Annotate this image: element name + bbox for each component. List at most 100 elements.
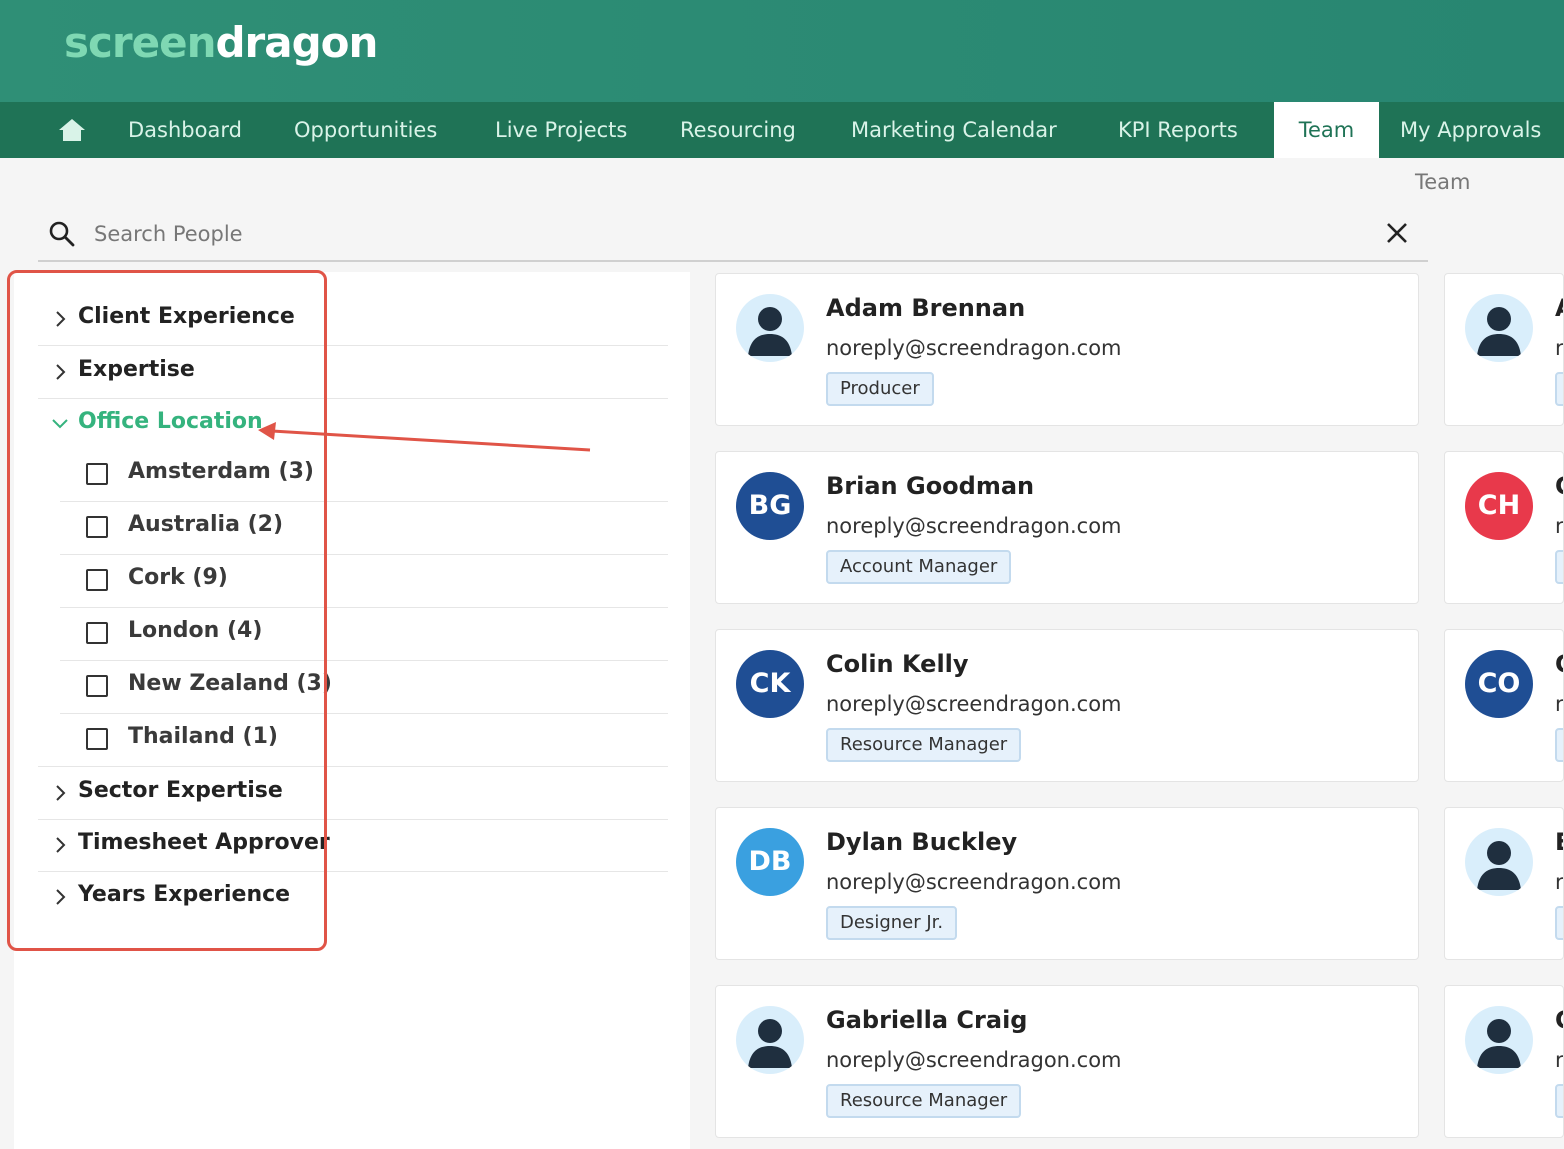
person-email: noreply@screendragon.com xyxy=(826,336,1122,360)
person-card[interactable]: C r xyxy=(1444,985,1564,1138)
avatar: DB xyxy=(736,828,804,896)
option-new-zealand[interactable]: New Zealand (3) xyxy=(60,661,668,714)
chevron-right-icon xyxy=(52,784,68,802)
nav-my-approvals[interactable]: My Approvals xyxy=(1380,102,1561,158)
main-nav: Dashboard Opportunities Live Projects Re… xyxy=(0,102,1564,158)
close-icon[interactable] xyxy=(1384,220,1410,246)
filter-client-experience[interactable]: Client Experience xyxy=(38,294,668,346)
person-email: noreply@screendragon.com xyxy=(826,692,1122,716)
avatar xyxy=(736,294,804,362)
role-badge xyxy=(1555,906,1563,940)
person-card[interactable]: A r xyxy=(1444,273,1564,426)
search-icon xyxy=(48,220,76,248)
filter-label: Years Experience xyxy=(78,882,291,907)
person-email: r xyxy=(1555,870,1564,894)
filter-years-experience[interactable]: Years Experience xyxy=(38,872,668,924)
avatar: CO xyxy=(1465,650,1533,718)
option-australia[interactable]: Australia (2) xyxy=(60,502,668,555)
checkbox[interactable] xyxy=(86,675,108,697)
checkbox[interactable] xyxy=(86,728,108,750)
person-email: r xyxy=(1555,692,1564,716)
person-email: noreply@screendragon.com xyxy=(826,870,1122,894)
checkbox[interactable] xyxy=(86,463,108,485)
person-card[interactable]: CO C r xyxy=(1444,629,1564,782)
avatar xyxy=(1465,828,1533,896)
person-name[interactable]: Adam Brennan xyxy=(826,294,1025,322)
filter-label: Client Experience xyxy=(78,304,295,329)
person-card[interactable]: DB Dylan Buckley noreply@screendragon.co… xyxy=(715,807,1419,960)
role-badge: Resource Manager xyxy=(826,1084,1022,1118)
option-thailand[interactable]: Thailand (1) xyxy=(38,714,668,767)
person-name[interactable]: C xyxy=(1555,650,1563,678)
search-bar xyxy=(38,210,1428,262)
checkbox[interactable] xyxy=(86,516,108,538)
person-email: noreply@screendragon.com xyxy=(826,1048,1122,1072)
person-card[interactable]: BG Brian Goodman noreply@screendragon.co… xyxy=(715,451,1419,604)
option-label: Amsterdam (3) xyxy=(128,459,314,484)
option-label: New Zealand (3) xyxy=(128,671,332,696)
person-card[interactable]: Adam Brennan noreply@screendragon.com Pr… xyxy=(715,273,1419,426)
role-badge: Producer xyxy=(826,372,934,406)
nav-resourcing[interactable]: Resourcing xyxy=(660,102,816,158)
checkbox[interactable] xyxy=(86,569,108,591)
nav-kpi-reports[interactable]: KPI Reports xyxy=(1098,102,1258,158)
chevron-down-icon xyxy=(52,415,68,433)
nav-marketing-calendar[interactable]: Marketing Calendar xyxy=(831,102,1077,158)
chevron-right-icon xyxy=(52,363,68,381)
filter-sector-expertise[interactable]: Sector Expertise xyxy=(38,768,668,820)
nav-dashboard[interactable]: Dashboard xyxy=(108,102,262,158)
filter-label: Sector Expertise xyxy=(78,778,283,803)
person-email: r xyxy=(1555,336,1564,360)
filter-label: Timesheet Approver xyxy=(78,830,330,855)
avatar: CH xyxy=(1465,472,1533,540)
avatar xyxy=(1465,1006,1533,1074)
person-email: r xyxy=(1555,514,1564,538)
nav-live-projects[interactable]: Live Projects xyxy=(475,102,647,158)
filter-office-location[interactable]: Office Location xyxy=(38,399,668,451)
option-london[interactable]: London (4) xyxy=(60,608,668,661)
chevron-right-icon xyxy=(52,888,68,906)
home-icon[interactable] xyxy=(58,118,86,142)
person-card[interactable]: CH C r xyxy=(1444,451,1564,604)
option-amsterdam[interactable]: Amsterdam (3) xyxy=(60,449,668,502)
chevron-right-icon xyxy=(52,310,68,328)
person-card[interactable]: E r xyxy=(1444,807,1564,960)
option-label: Australia (2) xyxy=(128,512,283,537)
person-card[interactable]: CK Colin Kelly noreply@screendragon.com … xyxy=(715,629,1419,782)
filter-expertise[interactable]: Expertise xyxy=(38,347,668,399)
option-cork[interactable]: Cork (9) xyxy=(60,555,668,608)
role-badge xyxy=(1555,1084,1563,1118)
person-name[interactable]: Brian Goodman xyxy=(826,472,1034,500)
role-badge: Account Manager xyxy=(826,550,1012,584)
person-name[interactable]: A xyxy=(1555,294,1563,322)
option-label: London (4) xyxy=(128,618,263,643)
role-badge xyxy=(1555,372,1563,406)
nav-opportunities[interactable]: Opportunities xyxy=(274,102,457,158)
screendragon-logo[interactable]: screendragon xyxy=(64,18,378,67)
logo-part-screen: screen xyxy=(64,18,216,67)
person-name[interactable]: C xyxy=(1555,472,1563,500)
option-label: Cork (9) xyxy=(128,565,228,590)
filter-label: Expertise xyxy=(78,357,195,382)
filter-timesheet-approver[interactable]: Timesheet Approver xyxy=(38,820,668,872)
role-badge xyxy=(1555,550,1563,584)
search-input[interactable] xyxy=(94,216,1354,252)
app-header: screendragon xyxy=(0,0,1564,102)
avatar xyxy=(1465,294,1533,362)
filter-panel: Client Experience Expertise Office Locat… xyxy=(14,272,690,1149)
person-email: r xyxy=(1555,1048,1564,1072)
person-email: noreply@screendragon.com xyxy=(826,514,1122,538)
logo-part-dragon: dragon xyxy=(215,18,378,67)
nav-team[interactable]: Team xyxy=(1274,102,1379,158)
person-name[interactable]: E xyxy=(1555,828,1563,856)
person-name[interactable]: C xyxy=(1555,1006,1563,1034)
person-card[interactable]: Gabriella Craig noreply@screendragon.com… xyxy=(715,985,1419,1138)
checkbox[interactable] xyxy=(86,622,108,644)
role-badge xyxy=(1555,728,1563,762)
role-badge: Resource Manager xyxy=(826,728,1022,762)
filter-label: Office Location xyxy=(78,409,263,434)
person-name[interactable]: Dylan Buckley xyxy=(826,828,1017,856)
person-name[interactable]: Gabriella Craig xyxy=(826,1006,1027,1034)
breadcrumb: Team xyxy=(1415,170,1471,194)
person-name[interactable]: Colin Kelly xyxy=(826,650,969,678)
